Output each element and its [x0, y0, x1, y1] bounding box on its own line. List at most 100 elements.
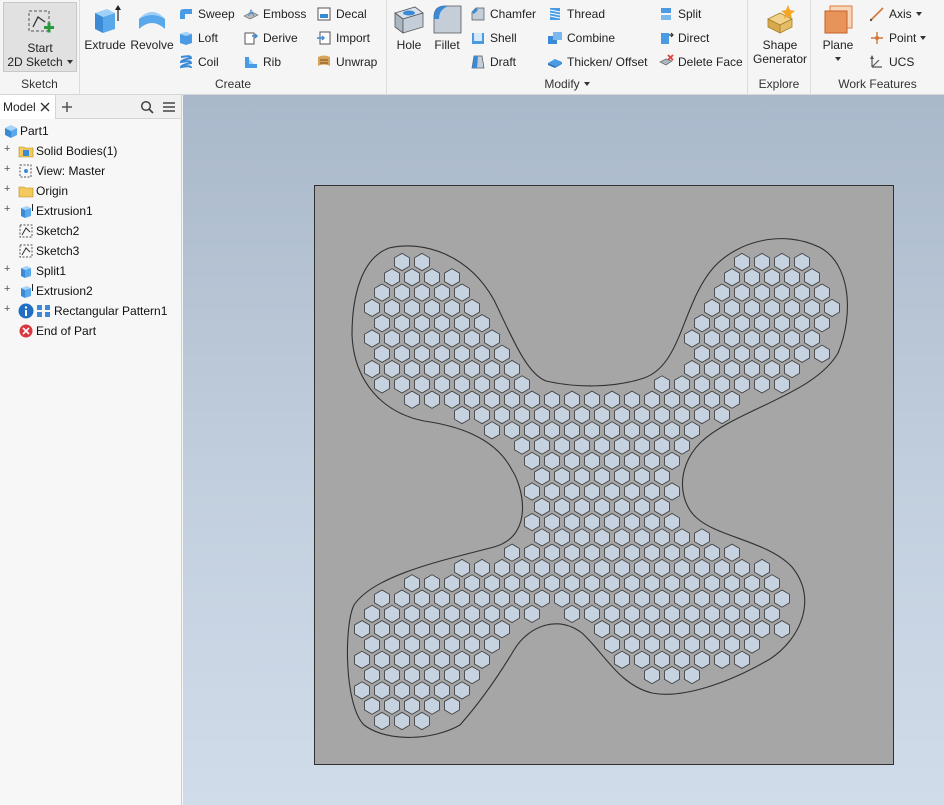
hexagon-hole[interactable]	[364, 329, 380, 348]
hexagon-hole[interactable]	[454, 375, 470, 394]
hexagon-hole[interactable]	[514, 375, 530, 394]
hexagon-hole[interactable]	[734, 650, 750, 669]
hexagon-hole[interactable]	[594, 620, 610, 639]
expand-icon[interactable]: +	[4, 144, 13, 155]
shape-generator-button[interactable]: Shape Generator	[750, 3, 810, 66]
hexagon-hole[interactable]	[674, 650, 690, 669]
hexagon-hole[interactable]	[364, 696, 380, 715]
hexagon-hole[interactable]	[724, 543, 740, 562]
hexagon-hole[interactable]	[764, 298, 780, 317]
tree-item-sketch3[interactable]: Sketch3	[0, 241, 181, 261]
hexagon-hole[interactable]	[764, 360, 780, 379]
hexagon-hole[interactable]	[454, 589, 470, 608]
hexagon-hole[interactable]	[544, 421, 560, 440]
hexagon-hole[interactable]	[754, 589, 770, 608]
hexagon-hole[interactable]	[444, 574, 460, 593]
hexagon-hole[interactable]	[394, 252, 410, 272]
hexagon-hole[interactable]	[434, 314, 450, 333]
hexagon-hole[interactable]	[534, 589, 550, 608]
hexagon-hole[interactable]	[724, 390, 740, 409]
hexagon-hole[interactable]	[764, 574, 780, 593]
hexagon-hole[interactable]	[644, 451, 660, 470]
hexagon-hole[interactable]	[664, 513, 680, 532]
hexagon-hole[interactable]	[444, 360, 460, 379]
hexagon-hole[interactable]	[414, 375, 430, 394]
hexagon-hole[interactable]	[714, 283, 730, 302]
hexagon-hole[interactable]	[664, 635, 680, 654]
hexagon-hole[interactable]	[594, 467, 610, 486]
tree-item-part1[interactable]: Part1	[0, 121, 181, 141]
hexagon-hole[interactable]	[634, 467, 650, 486]
hexagon-hole[interactable]	[624, 604, 640, 623]
hexagon-hole[interactable]	[684, 421, 700, 440]
hexagon-hole[interactable]	[724, 574, 740, 593]
hexagon-hole[interactable]	[434, 681, 450, 700]
hexagon-hole[interactable]	[514, 558, 530, 578]
hexagon-hole[interactable]	[404, 604, 420, 623]
hexagon-hole[interactable]	[414, 344, 430, 363]
hexagon-hole[interactable]	[644, 513, 660, 532]
hexagon-hole[interactable]	[484, 635, 500, 654]
hexagon-hole[interactable]	[664, 574, 680, 593]
expand-icon[interactable]: +	[4, 284, 13, 295]
hexagon-hole[interactable]	[824, 298, 840, 317]
hexagon-hole[interactable]	[624, 421, 640, 440]
hexagon-hole[interactable]	[794, 252, 810, 272]
hexagon-hole[interactable]	[484, 329, 500, 348]
hexagon-hole[interactable]	[424, 360, 440, 379]
start-2d-sketch-button[interactable]: Start 2D Sketch	[3, 2, 77, 72]
hexagon-hole[interactable]	[624, 543, 640, 562]
hexagon-hole[interactable]	[774, 314, 790, 333]
hexagon-hole[interactable]	[694, 375, 710, 394]
revolve-button[interactable]: Revolve	[130, 3, 174, 52]
hexagon-hole[interactable]	[584, 390, 600, 409]
hexagon-hole[interactable]	[774, 620, 790, 639]
hexagon-hole[interactable]	[714, 589, 730, 608]
tree-item-solid-bodies-1[interactable]: + Solid Bodies(1)	[0, 141, 181, 161]
hexagon-hole[interactable]	[724, 268, 740, 287]
direct-button[interactable]: Direct	[658, 28, 709, 48]
hexagon-hole[interactable]	[734, 314, 750, 333]
hexagon-hole[interactable]	[744, 298, 760, 317]
hexagon-hole[interactable]	[464, 604, 480, 623]
hexagon-hole[interactable]	[614, 589, 630, 608]
hexagon-hole[interactable]	[654, 375, 670, 394]
hexagon-hole[interactable]	[634, 405, 650, 425]
hexagon-hole[interactable]	[504, 604, 520, 623]
hexagon-hole[interactable]	[734, 375, 750, 394]
hexagon-hole[interactable]	[604, 390, 620, 409]
hexagon-hole[interactable]	[434, 650, 450, 669]
hexagon-hole[interactable]	[784, 360, 800, 379]
hexagon-hole[interactable]	[534, 467, 550, 486]
hexagon-hole[interactable]	[714, 314, 730, 333]
hexagon-hole[interactable]	[414, 314, 430, 333]
hexagon-hole[interactable]	[674, 375, 690, 394]
hexagon-hole[interactable]	[534, 497, 550, 516]
hexagon-hole[interactable]	[644, 635, 660, 654]
hexagon-hole[interactable]	[654, 528, 670, 547]
hexagon-hole[interactable]	[674, 436, 690, 455]
hexagon-hole[interactable]	[414, 650, 430, 669]
hexagon-hole[interactable]	[474, 650, 490, 669]
hexagon-hole[interactable]	[794, 314, 810, 333]
hexagon-hole[interactable]	[444, 268, 460, 287]
hexagon-hole[interactable]	[384, 696, 400, 715]
hexagon-hole[interactable]	[444, 390, 460, 409]
hexagon-hole[interactable]	[584, 543, 600, 562]
hexagon-hole[interactable]	[584, 451, 600, 470]
hexagon-hole[interactable]	[614, 436, 630, 455]
hexagon-hole[interactable]	[674, 528, 690, 547]
hexagon-hole[interactable]	[764, 329, 780, 348]
hexagon-hole[interactable]	[404, 635, 420, 654]
hexagon-hole[interactable]	[734, 589, 750, 608]
hexagon-hole[interactable]	[384, 360, 400, 379]
hexagon-hole[interactable]	[434, 589, 450, 608]
hexagon-hole[interactable]	[444, 604, 460, 623]
hexagon-hole[interactable]	[644, 666, 660, 685]
hexagon-hole[interactable]	[664, 543, 680, 562]
hexagon-hole[interactable]	[434, 375, 450, 394]
hexagon-hole[interactable]	[784, 268, 800, 287]
hexagon-hole[interactable]	[644, 421, 660, 440]
hexagon-hole[interactable]	[414, 620, 430, 639]
hexagon-hole[interactable]	[454, 314, 470, 333]
